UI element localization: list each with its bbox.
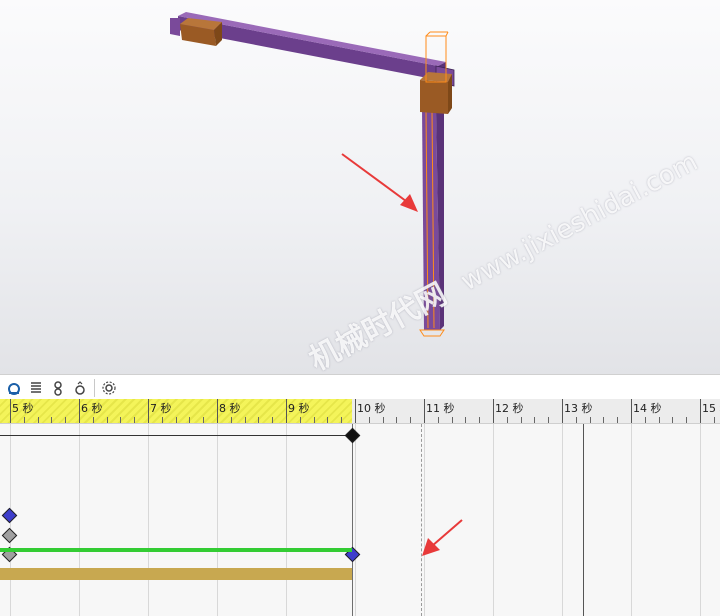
- ruler-minor-tick: [534, 417, 535, 423]
- time-bar[interactable]: [352, 424, 353, 616]
- spring-icon[interactable]: [28, 380, 44, 396]
- ruler-minor-tick: [231, 417, 232, 423]
- timeline-grid-line: [286, 424, 287, 616]
- ruler-label: 9 秒: [288, 402, 310, 415]
- ruler-minor-tick: [590, 417, 591, 423]
- ruler-minor-tick: [672, 417, 673, 423]
- ruler-minor-tick: [314, 417, 315, 423]
- timeline-grid-line: [217, 424, 218, 616]
- ruler-minor-tick: [396, 417, 397, 423]
- ruler-minor-tick: [272, 417, 273, 423]
- ruler-minor-tick: [120, 417, 121, 423]
- ruler-minor-tick: [659, 417, 660, 423]
- ruler-major-tick: [493, 399, 494, 423]
- ruler-label: 10 秒: [357, 402, 386, 415]
- ruler-minor-tick: [617, 417, 618, 423]
- ruler-minor-tick: [452, 417, 453, 423]
- ruler-major-tick: [424, 399, 425, 423]
- ruler-minor-tick: [203, 417, 204, 423]
- ruler-minor-tick: [134, 417, 135, 423]
- 3d-graphics-viewport[interactable]: [0, 0, 720, 374]
- ruler-major-tick: [631, 399, 632, 423]
- ruler-minor-tick: [369, 417, 370, 423]
- ruler-minor-tick: [300, 417, 301, 423]
- keypoint-diamond[interactable]: [1, 527, 18, 544]
- ruler-major-tick: [355, 399, 356, 423]
- ruler-major-tick: [217, 399, 218, 423]
- ruler-minor-tick: [410, 417, 411, 423]
- ruler-minor-tick: [603, 417, 604, 423]
- ruler-major-tick: [700, 399, 701, 423]
- ruler-minor-tick: [521, 417, 522, 423]
- ruler-minor-tick: [507, 417, 508, 423]
- ruler-minor-tick: [107, 417, 108, 423]
- ruler-minor-tick: [176, 417, 177, 423]
- ruler-label: 13 秒: [564, 402, 593, 415]
- timeline-grid-line: [79, 424, 80, 616]
- ruler-minor-tick: [65, 417, 66, 423]
- ruler-major-tick: [10, 399, 11, 423]
- timeline-grid-line: [631, 424, 632, 616]
- ruler-label: 11 秒: [426, 402, 455, 415]
- ruler-major-tick: [148, 399, 149, 423]
- ruler-minor-tick: [24, 417, 25, 423]
- ruler-label: 5 秒: [12, 402, 34, 415]
- timeline-ruler[interactable]: 5 秒 6 秒 7 秒 8 秒 9 秒 10 秒 11 秒 12 秒 13 秒 14 秒 15 秒: [0, 399, 720, 424]
- ruler-major-tick: [562, 399, 563, 423]
- ruler-label: 14 秒: [633, 402, 662, 415]
- ruler-minor-tick: [327, 417, 328, 423]
- ruler-minor-tick: [548, 417, 549, 423]
- ruler-minor-tick: [189, 417, 190, 423]
- ruler-major-tick: [79, 399, 80, 423]
- timeline-grid-line: [148, 424, 149, 616]
- ruler-minor-tick: [38, 417, 39, 423]
- current-time-line[interactable]: [583, 424, 584, 616]
- assembly-model[interactable]: [0, 0, 720, 374]
- ruler-minor-tick: [479, 417, 480, 423]
- ruler-label: 7 秒: [150, 402, 172, 415]
- ruler-minor-tick: [686, 417, 687, 423]
- settings-icon[interactable]: [101, 380, 117, 396]
- ruler-minor-tick: [714, 417, 715, 423]
- dashed-time-marker: [421, 424, 422, 616]
- timeline-grid-line: [355, 424, 356, 616]
- ruler-minor-tick: [465, 417, 466, 423]
- gravity-icon[interactable]: [72, 380, 88, 396]
- timeline-tracks[interactable]: [0, 424, 720, 616]
- ruler-minor-tick: [258, 417, 259, 423]
- motor-icon[interactable]: [6, 380, 22, 396]
- ruler-label: 12 秒: [495, 402, 524, 415]
- ruler-label: 15 秒: [702, 402, 720, 415]
- ruler-minor-tick: [383, 417, 384, 423]
- ruler-minor-tick: [162, 417, 163, 423]
- ruler-minor-tick: [93, 417, 94, 423]
- ruler-major-tick: [286, 399, 287, 423]
- simulation-results-bar[interactable]: [0, 568, 352, 580]
- ruler-label: 6 秒: [81, 402, 103, 415]
- motion-change-bar[interactable]: [0, 548, 352, 552]
- ruler-minor-tick: [576, 417, 577, 423]
- timeline-grid-line: [424, 424, 425, 616]
- ruler-label: 8 秒: [219, 402, 241, 415]
- ruler-minor-tick: [245, 417, 246, 423]
- ruler-minor-tick: [51, 417, 52, 423]
- timeline-grid-line: [562, 424, 563, 616]
- track-row-line: [0, 435, 352, 436]
- keypoint-diamond[interactable]: [1, 507, 18, 524]
- motion-toolbar: [0, 374, 720, 400]
- contact-icon[interactable]: [50, 380, 66, 396]
- keypoint-diamond[interactable]: [344, 427, 361, 444]
- timeline-grid-line: [700, 424, 701, 616]
- toolbar-separator: [94, 378, 95, 397]
- timeline-grid-line: [493, 424, 494, 616]
- ruler-minor-tick: [438, 417, 439, 423]
- ruler-minor-tick: [341, 417, 342, 423]
- ruler-minor-tick: [645, 417, 646, 423]
